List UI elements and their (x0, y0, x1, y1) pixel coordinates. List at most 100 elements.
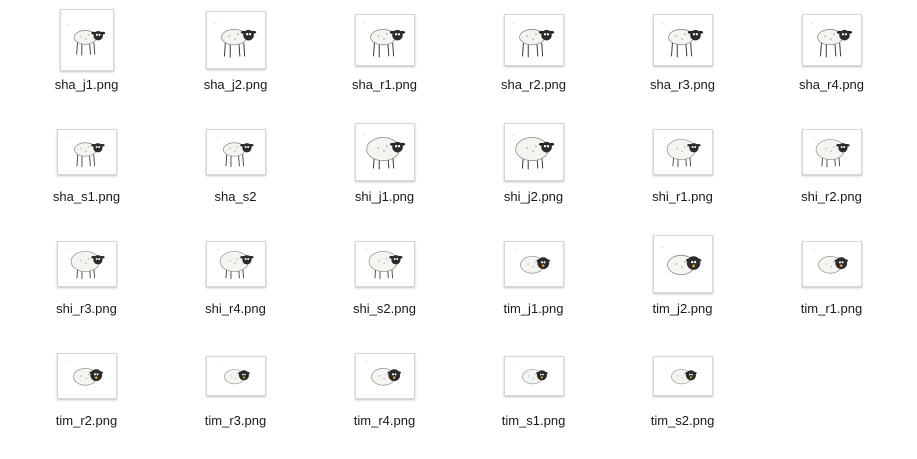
file-name-label[interactable]: shi_r4.png (161, 301, 310, 317)
file-item[interactable]: ~ tim_r3.png (161, 336, 310, 448)
thumbnail-area[interactable]: ~ (608, 8, 757, 72)
sheep-drawing-thumbnail-icon[interactable]: ~ (503, 123, 564, 181)
svg-text:~: ~ (660, 21, 663, 26)
file-name-label[interactable]: shi_j1.png (310, 189, 459, 205)
thumbnail-area[interactable]: ~ (459, 120, 608, 184)
file-name-label[interactable]: sha_s1.png (12, 189, 161, 205)
file-item[interactable]: ~ sha_s2 (161, 112, 310, 224)
file-item[interactable]: ~ shi_j2.png (459, 112, 608, 224)
file-name-label[interactable]: shi_r1.png (608, 189, 757, 205)
file-item[interactable]: ~ tim_j1.png (459, 224, 608, 336)
file-item[interactable]: ~ sha_r3.png (608, 0, 757, 112)
sheep-drawing-thumbnail-icon[interactable]: ~ (801, 14, 862, 66)
sheep-drawing-thumbnail-icon[interactable]: ~ (205, 11, 266, 69)
thumbnail-area[interactable]: ~ (459, 344, 608, 408)
file-item[interactable]: ~ tim_j2.png (608, 224, 757, 336)
sheep-drawing-thumbnail-icon[interactable]: ~ (503, 241, 564, 287)
file-name-label[interactable]: sha_r3.png (608, 77, 757, 93)
sheep-drawing-thumbnail-icon[interactable]: ~ (354, 353, 415, 399)
thumbnail-area[interactable]: ~ (161, 232, 310, 296)
file-name-label[interactable]: sha_s2 (161, 189, 310, 205)
sheep-icon: ~ (67, 248, 105, 280)
sheep-drawing-thumbnail-icon[interactable]: ~ (801, 129, 862, 175)
file-name-label[interactable]: shi_j2.png (459, 189, 608, 205)
sheep-drawing-thumbnail-icon[interactable]: ~ (801, 241, 862, 287)
file-item[interactable]: ~ shi_j1.png (310, 112, 459, 224)
file-name-label[interactable]: shi_r3.png (12, 301, 161, 317)
thumbnail-area[interactable]: ~ (757, 232, 906, 296)
file-item[interactable]: ~ sha_j2.png (161, 0, 310, 112)
thumbnail-area[interactable]: ~ (757, 120, 906, 184)
thumbnail-area[interactable]: ~ (757, 8, 906, 72)
file-item[interactable]: ~ shi_r1.png (608, 112, 757, 224)
file-item[interactable]: ~ shi_r4.png (161, 224, 310, 336)
file-name-label[interactable]: tim_j1.png (459, 301, 608, 317)
file-item[interactable]: ~ tim_r1.png (757, 224, 906, 336)
sheep-drawing-thumbnail-icon[interactable]: ~ (59, 9, 114, 71)
file-name-label[interactable]: tim_r2.png (12, 413, 161, 429)
sheep-drawing-thumbnail-icon[interactable]: ~ (205, 356, 266, 396)
sheep-icon: ~ (67, 23, 105, 56)
file-name-label[interactable]: tim_s1.png (459, 413, 608, 429)
sheep-drawing-thumbnail-icon[interactable]: ~ (652, 14, 713, 66)
thumbnail-area[interactable]: ~ (459, 232, 608, 296)
file-item[interactable]: ~ sha_r2.png (459, 0, 608, 112)
file-name-label[interactable]: sha_r4.png (757, 77, 906, 93)
svg-text:~: ~ (213, 21, 216, 26)
sheep-drawing-thumbnail-icon[interactable]: ~ (652, 235, 713, 293)
file-item[interactable]: ~ tim_s2.png (608, 336, 757, 448)
file-name-label[interactable]: tim_s2.png (608, 413, 757, 429)
svg-text:~: ~ (514, 248, 517, 252)
thumbnail-area[interactable]: ~ (12, 344, 161, 408)
thumbnail-area[interactable]: ~ (12, 120, 161, 184)
file-name-label[interactable]: tim_r1.png (757, 301, 906, 317)
sheep-drawing-thumbnail-icon[interactable]: ~ (354, 123, 415, 181)
file-item[interactable]: ~ sha_j1.png (12, 0, 161, 112)
thumbnail-area[interactable]: ~ (310, 232, 459, 296)
file-name-label[interactable]: tim_j2.png (608, 301, 757, 317)
file-item[interactable]: ~ tim_r2.png (12, 336, 161, 448)
file-item[interactable]: ~ sha_r1.png (310, 0, 459, 112)
file-item[interactable]: ~ shi_s2.png (310, 224, 459, 336)
file-name-label[interactable]: shi_s2.png (310, 301, 459, 317)
thumbnail-area[interactable]: ~ (608, 344, 757, 408)
thumbnail-area[interactable]: ~ (161, 120, 310, 184)
sheep-drawing-thumbnail-icon[interactable]: ~ (652, 356, 713, 396)
file-name-label[interactable]: shi_r2.png (757, 189, 906, 205)
file-name-label[interactable]: sha_r2.png (459, 77, 608, 93)
file-name-label[interactable]: sha_j1.png (12, 77, 161, 93)
thumbnail-area[interactable]: ~ (161, 8, 310, 72)
sheep-drawing-thumbnail-icon[interactable]: ~ (652, 129, 713, 175)
file-item[interactable]: ~ tim_r4.png (310, 336, 459, 448)
thumbnail-area[interactable]: ~ (12, 232, 161, 296)
file-name-label[interactable]: sha_r1.png (310, 77, 459, 93)
thumbnail-area[interactable]: ~ (310, 120, 459, 184)
svg-text:~: ~ (809, 21, 812, 26)
thumbnail-area[interactable]: ~ (161, 344, 310, 408)
file-item[interactable]: ~ shi_r3.png (12, 224, 161, 336)
file-item[interactable]: ~ sha_s1.png (12, 112, 161, 224)
file-name-label[interactable]: tim_r3.png (161, 413, 310, 429)
sheep-drawing-thumbnail-icon[interactable]: ~ (354, 241, 415, 287)
sheep-drawing-thumbnail-icon[interactable]: ~ (503, 356, 564, 396)
sheep-drawing-thumbnail-icon[interactable]: ~ (503, 14, 564, 66)
sheep-drawing-thumbnail-icon[interactable]: ~ (354, 14, 415, 66)
file-item[interactable]: ~ shi_r2.png (757, 112, 906, 224)
thumbnail-area[interactable]: ~ (310, 344, 459, 408)
thumbnail-area[interactable]: ~ (459, 8, 608, 72)
thumbnail-area[interactable]: ~ (310, 8, 459, 72)
file-item[interactable]: ~ sha_r4.png (757, 0, 906, 112)
thumbnail-area[interactable]: ~ (608, 120, 757, 184)
sheep-drawing-thumbnail-icon[interactable]: ~ (205, 241, 266, 287)
sheep-drawing-thumbnail-icon[interactable]: ~ (56, 241, 117, 287)
sheep-drawing-thumbnail-icon[interactable]: ~ (56, 353, 117, 399)
thumbnail-area[interactable]: ~ (608, 232, 757, 296)
sheep-drawing-thumbnail-icon[interactable]: ~ (56, 129, 117, 175)
file-name-label[interactable]: tim_r4.png (310, 413, 459, 429)
sheep-drawing-thumbnail-icon[interactable]: ~ (205, 129, 266, 175)
thumbnail-area[interactable]: ~ (12, 8, 161, 72)
file-item[interactable]: ~ tim_s1.png (459, 336, 608, 448)
file-name-label[interactable]: sha_j2.png (161, 77, 310, 93)
sheep-icon: ~ (514, 248, 550, 274)
svg-text:~: ~ (362, 133, 365, 138)
